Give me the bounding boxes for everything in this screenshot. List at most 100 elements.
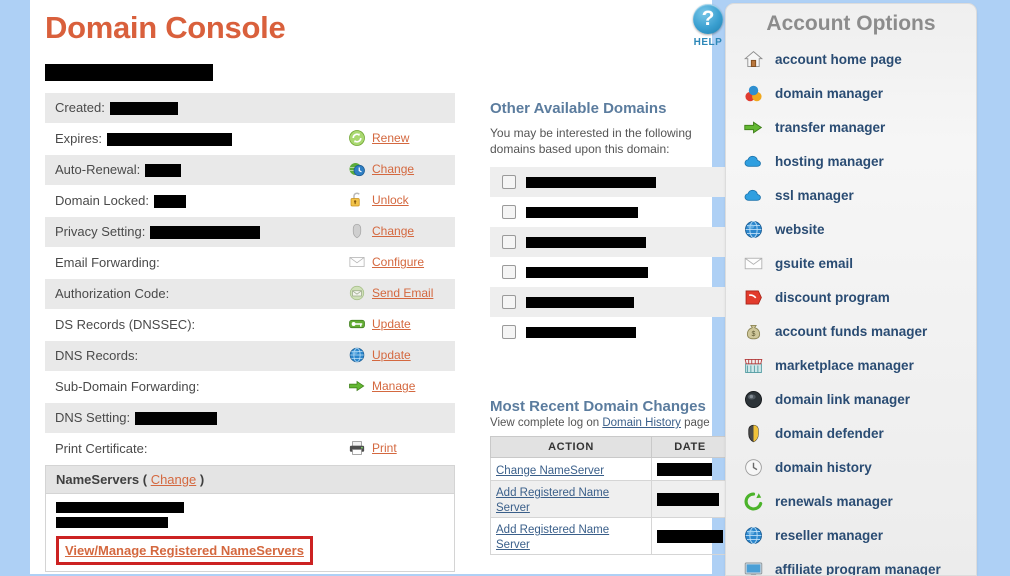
sidebar-item-renewals-manager[interactable]: renewals manager bbox=[726, 484, 976, 518]
detail-label: DNS Setting: bbox=[55, 410, 217, 425]
detail-action-link[interactable]: Change bbox=[372, 224, 414, 238]
domain-checkbox[interactable] bbox=[502, 175, 516, 189]
subtext-prefix: View complete log on bbox=[490, 417, 602, 429]
detail-action: Update bbox=[348, 346, 411, 364]
svg-text:$: $ bbox=[752, 330, 756, 337]
nameservers-change-link[interactable]: Change bbox=[151, 472, 197, 487]
sidebar-item-domain-manager[interactable]: domain manager bbox=[726, 76, 976, 110]
detail-action-link[interactable]: Send Email bbox=[372, 286, 433, 300]
sidebar-item-label: account funds manager bbox=[775, 324, 927, 339]
detail-action: Print bbox=[348, 439, 397, 457]
nameservers-title-suffix: ) bbox=[200, 472, 204, 487]
domain-checkbox[interactable] bbox=[502, 295, 516, 309]
sidebar-item-website[interactable]: website bbox=[726, 212, 976, 246]
nameserver-entry-redacted bbox=[56, 517, 168, 528]
globe-blue-icon bbox=[743, 525, 764, 546]
sidebar-item-label: transfer manager bbox=[775, 120, 885, 135]
detail-row: Sub-Domain Forwarding:Manage bbox=[45, 372, 455, 403]
envelope-icon bbox=[743, 253, 764, 274]
change-action-link[interactable]: Change NameServer bbox=[496, 465, 604, 477]
sidebar-item-gsuite-email[interactable]: gsuite email bbox=[726, 246, 976, 280]
sidebar-item-ssl-manager[interactable]: ssl manager bbox=[726, 178, 976, 212]
domain-checkbox[interactable] bbox=[502, 205, 516, 219]
domain-checkbox[interactable] bbox=[502, 265, 516, 279]
detail-action-link[interactable]: Renew bbox=[372, 131, 409, 145]
clock-icon bbox=[743, 457, 764, 478]
detail-action-link[interactable]: Update bbox=[372, 348, 411, 362]
key-green-icon bbox=[348, 315, 366, 333]
detail-row: Authorization Code: Send Email bbox=[45, 279, 455, 310]
manage-nameservers-highlight: View/Manage Registered NameServers bbox=[56, 536, 313, 565]
sidebar-item-label: hosting manager bbox=[775, 154, 884, 169]
domain-history-link[interactable]: Domain History bbox=[602, 417, 681, 429]
detail-value-redacted bbox=[150, 226, 260, 239]
green-refresh-icon bbox=[743, 491, 764, 512]
sidebar-item-marketplace-manager[interactable]: marketplace manager bbox=[726, 348, 976, 382]
change-action-link[interactable]: Add Registered Name Server bbox=[496, 524, 609, 551]
sidebar-item-label: discount program bbox=[775, 290, 890, 305]
nameservers-body: View/Manage Registered NameServers bbox=[46, 494, 454, 571]
domain-checkbox[interactable] bbox=[502, 235, 516, 249]
sidebar-item-reseller-manager[interactable]: reseller manager bbox=[726, 518, 976, 552]
sidebar-item-discount-program[interactable]: discount program bbox=[726, 280, 976, 314]
detail-action: Configure bbox=[348, 253, 424, 271]
available-domain-row bbox=[490, 257, 736, 287]
view-manage-registered-nameservers-link[interactable]: View/Manage Registered NameServers bbox=[65, 543, 304, 558]
detail-label: Auto-Renewal: bbox=[55, 162, 181, 177]
sidebar-item-domain-history[interactable]: domain history bbox=[726, 450, 976, 484]
detail-row: Print Certificate: Print bbox=[45, 434, 455, 465]
detail-action-link[interactable]: Configure bbox=[372, 255, 424, 269]
sidebar-item-label: domain history bbox=[775, 460, 872, 475]
detail-label: DNS Records: bbox=[55, 348, 138, 363]
recent-changes-subtext: View complete log on Domain History page bbox=[490, 417, 740, 429]
sidebar-item-domain-defender[interactable]: domain defender bbox=[726, 416, 976, 450]
detail-label: Email Forwarding: bbox=[55, 255, 160, 270]
detail-label: Authorization Code: bbox=[55, 286, 169, 301]
detail-label: Print Certificate: bbox=[55, 441, 147, 456]
sidebar-item-hosting-manager[interactable]: hosting manager bbox=[726, 144, 976, 178]
table-header-row: ACTION DATE bbox=[491, 437, 729, 458]
green-arrow-icon bbox=[348, 377, 366, 395]
detail-action-link[interactable]: Print bbox=[372, 441, 397, 455]
recent-changes-heading: Most Recent Domain Changes bbox=[490, 398, 740, 415]
domain-name-redacted bbox=[526, 177, 656, 188]
domain-details-table: Created: Expires: Renew Auto-Renewal: Change… bbox=[45, 93, 455, 465]
red-tag-icon bbox=[743, 287, 764, 308]
envelope-icon bbox=[348, 253, 366, 271]
change-date-redacted bbox=[657, 493, 719, 506]
domain-name-redacted bbox=[45, 64, 213, 81]
sidebar-item-label: domain link manager bbox=[775, 392, 910, 407]
detail-action: Change bbox=[348, 222, 414, 240]
domain-checkbox[interactable] bbox=[502, 325, 516, 339]
detail-label: Expires: bbox=[55, 131, 232, 146]
detail-value-redacted bbox=[110, 102, 178, 115]
sidebar-item-domain-link-manager[interactable]: domain link manager bbox=[726, 382, 976, 416]
detail-action-link[interactable]: Update bbox=[372, 317, 411, 331]
detail-row: DS Records (DNSSEC): Update bbox=[45, 310, 455, 341]
domain-name-redacted bbox=[526, 327, 636, 338]
detail-action-link[interactable]: Change bbox=[372, 162, 414, 176]
other-domains-intro: You may be interested in the following d… bbox=[490, 125, 740, 157]
column-header-action: ACTION bbox=[491, 437, 652, 458]
sidebar-item-account-funds-manager[interactable]: $ account funds manager bbox=[726, 314, 976, 348]
detail-label: Privacy Setting: bbox=[55, 224, 260, 239]
detail-row: Privacy Setting: Change bbox=[45, 217, 455, 248]
detail-value-redacted bbox=[135, 412, 217, 425]
account-options-sidebar: Account Options account home pagedomain … bbox=[725, 3, 977, 576]
printer-icon bbox=[348, 439, 366, 457]
detail-action-link[interactable]: Unlock bbox=[372, 193, 409, 207]
detail-value-redacted bbox=[154, 195, 186, 208]
sidebar-item-account-home-page[interactable]: account home page bbox=[726, 42, 976, 76]
detail-row: Domain Locked:Unlock bbox=[45, 186, 455, 217]
sidebar-item-label: renewals manager bbox=[775, 494, 893, 509]
detail-action-link[interactable]: Manage bbox=[372, 379, 415, 393]
sidebar-item-affiliate-program-manager[interactable]: affiliate program manager bbox=[726, 552, 976, 576]
detail-label: Created: bbox=[55, 100, 178, 115]
monitor-icon bbox=[743, 559, 764, 576]
detail-row: DNS Records: Update bbox=[45, 341, 455, 372]
change-action-link[interactable]: Add Registered Name Server bbox=[496, 487, 609, 514]
nameservers-box: NameServers ( Change ) View/Manage Regis… bbox=[45, 465, 455, 572]
sidebar-item-label: website bbox=[775, 222, 825, 237]
sidebar-item-transfer-manager[interactable]: transfer manager bbox=[726, 110, 976, 144]
detail-label: DS Records (DNSSEC): bbox=[55, 317, 195, 332]
